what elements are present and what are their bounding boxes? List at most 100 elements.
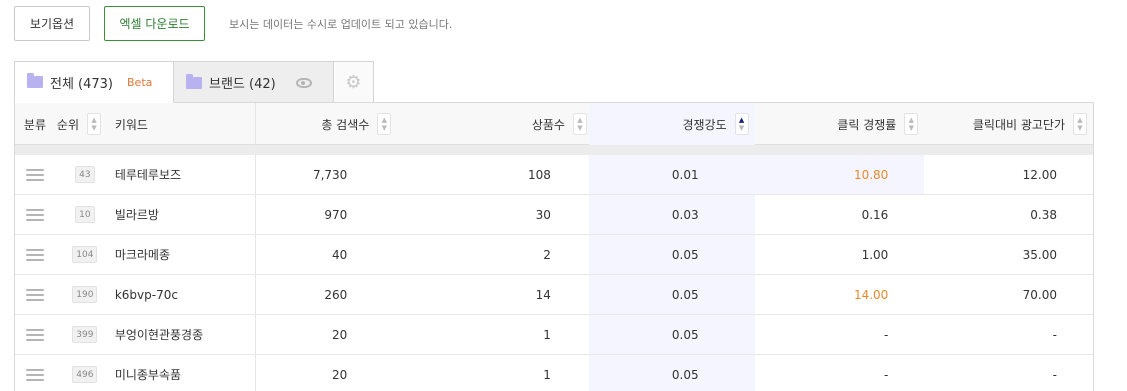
sort-arrows-icon[interactable]: ▲ ▼ xyxy=(377,113,392,135)
product-count-cell: 30 xyxy=(393,195,589,234)
hamburger-icon[interactable] xyxy=(25,168,44,181)
row-drag-handle[interactable] xyxy=(15,195,55,234)
table-row[interactable]: 104 마크라메종 40 2 0.05 1.00 35.00 xyxy=(15,235,1093,275)
cpc-value: 0.38 xyxy=(1030,207,1057,222)
header-products-label: 상품수 xyxy=(531,117,565,132)
eye-icon[interactable] xyxy=(295,77,312,88)
competition-value: 0.03 xyxy=(671,207,699,222)
search-count-value: 7,730 xyxy=(312,167,348,182)
click-comp-value: - xyxy=(883,327,889,342)
product-count-value: 2 xyxy=(543,247,551,262)
header-rank[interactable]: 순위 ▲ ▼ xyxy=(55,103,115,145)
search-count-value: 40 xyxy=(332,247,348,262)
row-drag-handle[interactable] xyxy=(15,315,55,354)
cpc-cell: - xyxy=(924,355,1093,391)
rank-cell: 399 xyxy=(55,315,115,354)
cpc-cell: 35.00 xyxy=(924,235,1093,274)
excel-download-button[interactable]: 엑셀 다운로드 xyxy=(104,6,205,41)
sort-arrows-icon[interactable]: ▲ ▼ xyxy=(1073,113,1087,135)
tab-all[interactable]: 전체 (473) Beta xyxy=(14,61,174,103)
header-competition[interactable]: 경쟁강도 ▲ ▼ xyxy=(588,103,755,145)
rank-cell: 43 xyxy=(55,155,115,194)
header-click-comp-label: 클릭 경쟁률 xyxy=(837,117,897,132)
table-row[interactable]: 190 k6bvp-70c 260 14 0.05 14.00 70.00 xyxy=(15,275,1093,315)
tab-brand[interactable]: 브랜드 (42) xyxy=(174,61,334,103)
search-count-cell: 970 xyxy=(254,195,394,234)
table-row[interactable]: 496 미니종부속품 20 1 0.05 - - xyxy=(15,355,1093,391)
header-click-comp[interactable]: 클릭 경쟁률 ▲ ▼ xyxy=(755,103,925,145)
table-row[interactable]: 399 부엉이현관풍경종 20 1 0.05 - - xyxy=(15,315,1093,355)
search-count-cell: 260 xyxy=(254,275,394,314)
keyword-cell[interactable]: 미니종부속품 xyxy=(115,355,255,391)
table-row[interactable]: 10 빌라르방 970 30 0.03 0.16 0.38 xyxy=(15,195,1093,235)
beta-badge: Beta xyxy=(127,75,153,89)
click-comp-value: 10.80 xyxy=(853,167,889,182)
product-count-cell: 2 xyxy=(393,235,589,274)
competition-value: 0.05 xyxy=(671,367,699,382)
click-comp-cell: - xyxy=(755,315,925,354)
click-comp-cell: 14.00 xyxy=(755,275,925,314)
sort-arrows-icon[interactable]: ▲ ▼ xyxy=(904,113,919,135)
hamburger-icon[interactable] xyxy=(25,288,44,301)
header-category-label: 분류 xyxy=(23,117,46,132)
competition-cell: 0.01 xyxy=(588,155,755,194)
sort-arrows-icon[interactable]: ▲ ▼ xyxy=(734,113,749,135)
rank-badge: 43 xyxy=(74,166,95,183)
cpc-cell: 12.00 xyxy=(924,155,1093,194)
keyword-cell[interactable]: 부엉이현관풍경종 xyxy=(115,315,255,354)
rank-badge: 10 xyxy=(74,206,95,223)
product-count-cell: 108 xyxy=(393,155,589,194)
competition-cell: 0.05 xyxy=(588,355,755,391)
competition-value: 0.01 xyxy=(671,167,699,182)
sort-arrows-icon[interactable]: ▲ ▼ xyxy=(87,113,102,135)
product-count-value: 14 xyxy=(535,287,551,302)
table-row[interactable]: 43 테루테루보즈 7,730 108 0.01 10.80 12.00 xyxy=(15,155,1093,195)
row-drag-handle[interactable] xyxy=(15,275,55,314)
rank-cell: 496 xyxy=(55,355,115,391)
product-count-cell: 1 xyxy=(393,355,589,391)
header-cpc[interactable]: 클릭대비 광고단가 ▲ ▼ xyxy=(924,103,1093,145)
update-notice: 보시는 데이터는 수시로 업데이트 되고 있습니다. xyxy=(229,17,453,31)
header-category: 분류 xyxy=(15,103,55,145)
header-keyword-label: 키워드 xyxy=(114,117,148,132)
hamburger-icon[interactable] xyxy=(25,208,44,221)
keyword-cell[interactable]: k6bvp-70c xyxy=(115,275,255,314)
header-spacer xyxy=(15,145,1093,155)
keyword-cell[interactable]: 빌라르방 xyxy=(115,195,255,234)
rank-badge: 399 xyxy=(72,326,98,343)
row-drag-handle[interactable] xyxy=(15,355,55,391)
cpc-value: 70.00 xyxy=(1022,287,1057,302)
sort-arrows-icon[interactable]: ▲ ▼ xyxy=(572,113,587,135)
competition-cell: 0.05 xyxy=(588,275,755,314)
rank-badge: 104 xyxy=(72,246,98,263)
folder-icon xyxy=(27,73,43,88)
click-comp-value: - xyxy=(883,367,889,382)
search-count-value: 970 xyxy=(324,207,348,222)
hamburger-icon[interactable] xyxy=(25,248,44,261)
tab-all-label: 전체 (473) xyxy=(50,76,114,92)
row-drag-handle[interactable] xyxy=(15,235,55,274)
hamburger-icon[interactable] xyxy=(25,368,44,381)
header-products[interactable]: 상품수 ▲ ▼ xyxy=(393,103,589,145)
keyword-cell[interactable]: 테루테루보즈 xyxy=(115,155,255,194)
rank-cell: 190 xyxy=(55,275,115,314)
tab-brand-label: 브랜드 (42) xyxy=(209,77,276,92)
header-keyword: 키워드 xyxy=(115,103,255,145)
click-comp-value: 1.00 xyxy=(861,247,889,262)
product-count-value: 30 xyxy=(535,207,551,222)
view-options-button[interactable]: 보기옵션 xyxy=(14,6,90,41)
tab-settings[interactable]: ⚙ xyxy=(334,61,374,103)
click-comp-cell: 1.00 xyxy=(755,235,925,274)
row-drag-handle[interactable] xyxy=(15,155,55,194)
cpc-cell: 0.38 xyxy=(924,195,1093,234)
keyword-cell[interactable]: 마크라메종 xyxy=(115,235,255,274)
cpc-value: - xyxy=(1052,367,1057,382)
product-count-value: 1 xyxy=(543,367,551,382)
header-search[interactable]: 총 검색수 ▲ ▼ xyxy=(254,103,394,145)
rank-badge: 496 xyxy=(72,366,98,383)
rank-cell: 10 xyxy=(55,195,115,234)
hamburger-icon[interactable] xyxy=(25,328,44,341)
cpc-value: - xyxy=(1052,327,1057,342)
click-comp-cell: 10.80 xyxy=(754,155,925,194)
header-competition-label: 경쟁강도 xyxy=(682,117,727,132)
